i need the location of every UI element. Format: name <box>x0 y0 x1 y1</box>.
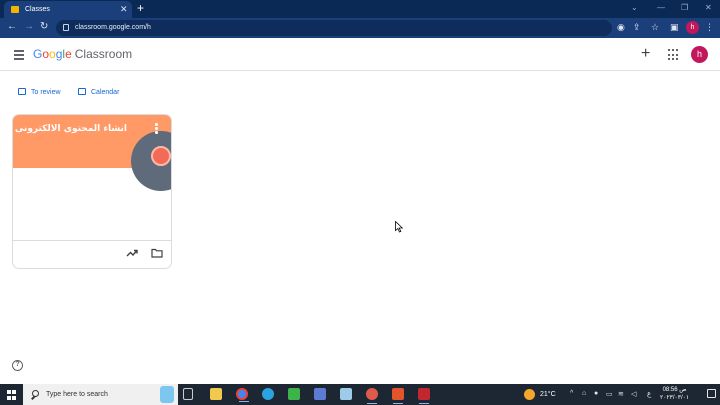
tab-search-icon[interactable]: ⌄ <box>631 3 638 12</box>
input-language[interactable]: ع <box>647 390 651 398</box>
volume-icon[interactable]: ◁ <box>631 390 636 398</box>
app-header: Google Classroom + h <box>0 38 720 71</box>
windows-icon[interactable] <box>7 390 17 400</box>
url-text: classroom.google.com/h <box>75 24 151 31</box>
tab-close-icon[interactable]: ✕ <box>120 4 128 15</box>
mouse-cursor-icon <box>395 221 403 233</box>
search-placeholder: Type here to search <box>46 391 108 398</box>
task-view-icon[interactable] <box>183 388 193 400</box>
google-classroom-logo[interactable]: Google Classroom <box>33 47 132 61</box>
weather-icon[interactable] <box>524 389 535 400</box>
taskbar-search-box[interactable]: Type here to search <box>23 384 178 405</box>
apps-icon[interactable] <box>668 49 680 61</box>
trending-icon[interactable] <box>126 248 138 258</box>
to-review-link[interactable]: To review <box>18 88 61 96</box>
windows-taskbar: Type here to search 21°C ^ ⌂ ● ▭ ≋ ◁ ع 0… <box>0 384 720 405</box>
show-hidden-icons-icon[interactable]: ^ <box>570 390 573 397</box>
class-card-footer <box>13 240 171 268</box>
chrome-profile-icon[interactable] <box>366 388 378 404</box>
calendar-link[interactable]: Calendar <box>78 88 119 96</box>
browser-menu-icon[interactable]: ⋮ <box>705 22 714 33</box>
window-close-icon[interactable]: ✕ <box>705 3 712 12</box>
review-icon <box>18 88 26 95</box>
back-icon[interactable]: ← <box>7 21 17 32</box>
restore-icon[interactable]: ❐ <box>681 3 688 12</box>
folder-icon[interactable] <box>151 248 163 258</box>
system-clock[interactable]: 08:56 ص ٢٠٢٣/٠٣/٠١ <box>660 386 689 402</box>
notification-center-icon[interactable] <box>707 389 716 398</box>
powerpoint-icon[interactable] <box>392 388 404 404</box>
calendar-label: Calendar <box>91 89 120 96</box>
new-tab-icon[interactable]: + <box>137 1 144 15</box>
battery-icon[interactable]: ▭ <box>606 390 613 398</box>
menu-icon[interactable] <box>14 50 24 62</box>
temperature[interactable]: 21°C <box>540 391 556 398</box>
class-title[interactable]: انشاء المحتوى الالكترونى <box>15 124 127 134</box>
clock-time: 08:56 ص <box>662 387 687 393</box>
browser-tab-classes[interactable]: Classes ✕ <box>4 1 132 18</box>
notes-app-icon[interactable] <box>340 388 352 400</box>
class-card-header[interactable]: انشاء المحتوى الالكترونى <box>13 115 171 191</box>
help-icon[interactable]: ? <box>12 360 23 371</box>
chrome-icon[interactable] <box>236 388 249 402</box>
telegram-icon[interactable] <box>262 388 274 400</box>
classroom-favicon-icon <box>11 6 19 13</box>
adobe-icon[interactable] <box>418 388 430 404</box>
clock-date: ٢٠٢٣/٠٣/٠١ <box>660 395 690 401</box>
account-avatar[interactable]: h <box>691 46 708 63</box>
microphone-icon[interactable]: ● <box>594 390 598 397</box>
card-illustration-disc <box>151 146 171 166</box>
forward-icon[interactable]: → <box>24 21 34 32</box>
network-tray-icon[interactable]: ⌂ <box>582 390 586 397</box>
minimize-icon[interactable]: — <box>657 3 665 12</box>
wifi-icon[interactable]: ≋ <box>618 390 624 398</box>
share-icon[interactable]: ⇪ <box>633 22 641 33</box>
calendar-icon <box>78 88 86 95</box>
media-app-icon[interactable] <box>314 388 326 400</box>
to-review-label: To review <box>31 89 61 96</box>
plus-icon[interactable]: + <box>641 45 650 63</box>
lock-icon <box>63 24 69 31</box>
file-explorer-icon[interactable] <box>210 388 222 400</box>
search-highlight-icon <box>160 386 174 403</box>
side-panel-icon[interactable]: ▣ <box>670 22 679 33</box>
more-options-icon[interactable] <box>155 123 159 135</box>
class-card[interactable]: انشاء المحتوى الالكترونى <box>12 114 172 269</box>
address-bar[interactable]: classroom.google.com/h <box>56 20 612 36</box>
google-lens-icon[interactable]: ◉ <box>617 22 625 33</box>
camtasia-icon[interactable] <box>288 388 300 400</box>
reload-icon[interactable]: ↻ <box>40 21 48 32</box>
product-name: Classroom <box>74 47 133 61</box>
tab-title: Classes <box>25 6 50 13</box>
browser-toolbar: ← → ↻ classroom.google.com/h ◉ ⇪ ☆ ▣ h ⋮ <box>0 18 720 38</box>
browser-profile-avatar[interactable]: h <box>686 21 699 34</box>
bookmark-star-icon[interactable]: ☆ <box>651 22 659 33</box>
browser-tab-strip: Classes ✕ + ⌄ — ❐ ✕ <box>0 0 720 18</box>
